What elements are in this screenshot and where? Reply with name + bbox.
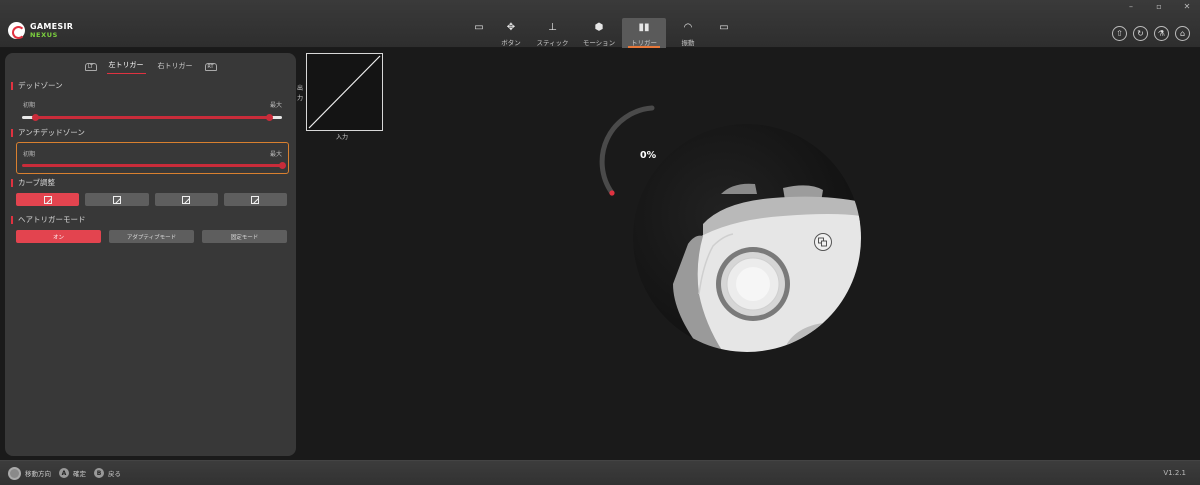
flask-icon[interactable]: ⚗ xyxy=(1154,26,1169,41)
a-button-icon: A xyxy=(59,468,69,478)
maximize-button[interactable]: ▫ xyxy=(1154,2,1164,11)
deadzone-title: デッドゾーン xyxy=(11,82,63,90)
anti-deadzone-slider[interactable] xyxy=(22,162,286,169)
tab-label: 振動 xyxy=(681,39,695,47)
deadzone-min-handle[interactable] xyxy=(31,114,39,121)
trigger-settings-panel: LT 左トリガー 右トリガー RT デッドゾーン 初期 最大 アンチデッドゾーン… xyxy=(5,53,296,456)
tab-buttons[interactable]: ✥ ボタン xyxy=(493,18,529,48)
home-icon[interactable]: ⌂ xyxy=(1175,26,1190,41)
logo-name: GAMESIR xyxy=(30,21,74,31)
vibration-icon: ◠ xyxy=(683,22,693,33)
deadzone-max-handle[interactable] xyxy=(265,114,273,121)
tab-vibration[interactable]: ◠ 振動 xyxy=(666,18,710,48)
tab-stick[interactable]: ⊥ スティック xyxy=(529,18,576,48)
move-label: 移動方向 xyxy=(25,470,51,478)
controller-preview xyxy=(633,124,861,352)
version-label: V1.2.1 xyxy=(1163,469,1186,477)
tab-label: トリガー xyxy=(631,39,657,47)
anti-deadzone-box: 初期 最大 xyxy=(16,142,289,174)
confirm-label: 確定 xyxy=(73,470,86,478)
tab-trigger[interactable]: ▮▮ トリガー xyxy=(622,18,666,48)
back-hint: B 戻る xyxy=(94,468,121,478)
tab-motion[interactable]: ⬢ モーション xyxy=(576,18,622,48)
graph-y-label: 出力 xyxy=(297,85,304,102)
mode-on-button[interactable]: オン xyxy=(16,230,101,243)
upload-icon[interactable]: ⇧ xyxy=(1112,26,1127,41)
confirm-hint: A 確定 xyxy=(59,468,86,478)
tab-label: モーション xyxy=(582,39,616,47)
anti-deadzone-handle[interactable] xyxy=(279,162,286,169)
close-button[interactable]: ✕ xyxy=(1182,2,1192,11)
controller-settings-icon: ▭ xyxy=(719,22,729,33)
deadzone-range-fill xyxy=(35,116,269,119)
response-curve-graph xyxy=(306,53,383,131)
curve-ease-in-icon xyxy=(182,195,191,204)
hair-trigger-title: ヘアトリガーモード xyxy=(11,216,86,224)
move-hint: 移動方向 xyxy=(8,466,51,480)
curve-linear-icon xyxy=(43,195,52,204)
tab-label: スティック xyxy=(536,39,569,47)
curve-ease-out-icon xyxy=(112,195,121,204)
tab-controller[interactable]: ▭ xyxy=(465,18,493,48)
controller-illustration xyxy=(673,183,861,352)
hair-trigger-options: オン アダプティブモード 固定モード xyxy=(16,230,287,243)
tab-right-trigger[interactable]: 右トリガー xyxy=(156,60,195,74)
stick-icon: ⊥ xyxy=(548,22,557,33)
curve-ease-out-button[interactable] xyxy=(85,193,149,206)
anti-deadzone-min-label: 初期 xyxy=(23,151,36,158)
tab-label: ボタン xyxy=(501,39,521,47)
controller-home-icon: ▭ xyxy=(474,22,484,33)
curve-ease-in-button[interactable] xyxy=(154,193,218,206)
trigger-percent: 0% xyxy=(640,150,657,161)
toolbar-icons: ⇧ ↻ ⚗ ⌂ xyxy=(1112,26,1190,41)
curve-custom-button[interactable] xyxy=(223,193,287,206)
curve-linear-button[interactable] xyxy=(16,193,80,206)
anti-deadzone-title: アンチデッドゾーン xyxy=(11,129,85,137)
window-controls: – ▫ ✕ xyxy=(1126,2,1192,11)
stick-icon xyxy=(8,466,21,480)
gamesir-logo-icon xyxy=(8,22,25,39)
curve-options xyxy=(16,193,287,206)
trigger-selector: LT 左トリガー 右トリガー RT xyxy=(5,59,296,74)
graph-x-label: 入力 xyxy=(336,134,349,141)
buttons-icon: ✥ xyxy=(506,22,516,33)
motion-icon: ⬢ xyxy=(594,22,604,33)
footer-bar: 移動方向 A 確定 B 戻る V1.2.1 xyxy=(0,460,1200,485)
trigger-icon: ▮▮ xyxy=(638,22,650,33)
gauge-indicator xyxy=(609,190,615,196)
lt-icon: LT xyxy=(84,62,97,71)
curve-custom-icon xyxy=(251,195,260,204)
minimize-button[interactable]: – xyxy=(1126,2,1136,11)
b-button-icon: B xyxy=(94,468,104,478)
tab-controller-settings[interactable]: ▭ xyxy=(710,18,738,48)
app-logo: GAMESIR NEXUS xyxy=(8,22,73,39)
back-label: 戻る xyxy=(108,470,121,478)
rt-icon: RT xyxy=(204,62,217,71)
main-tabs: ▭ ✥ ボタン ⊥ スティック ⬢ モーション ▮▮ トリガー ◠ 振動 ▭ xyxy=(465,18,738,48)
mode-fixed-button[interactable]: 固定モード xyxy=(202,230,287,243)
title-bar: GAMESIR NEXUS – ▫ ✕ ▭ ✥ ボタン ⊥ スティック ⬢ モー… xyxy=(0,0,1200,48)
deadzone-slider[interactable] xyxy=(22,114,282,121)
tab-left-trigger[interactable]: 左トリガー xyxy=(106,59,146,74)
curve-title: カーブ調整 xyxy=(11,179,55,187)
deadzone-min-label: 初期 xyxy=(23,102,36,109)
logo-sub: NEXUS xyxy=(30,30,58,39)
mode-adaptive-button[interactable]: アダプティブモード xyxy=(109,230,194,243)
deadzone-max-label: 最大 xyxy=(270,102,283,109)
anti-deadzone-max-label: 最大 xyxy=(270,151,283,158)
refresh-icon[interactable]: ↻ xyxy=(1133,26,1148,41)
response-curve-line xyxy=(308,55,381,129)
